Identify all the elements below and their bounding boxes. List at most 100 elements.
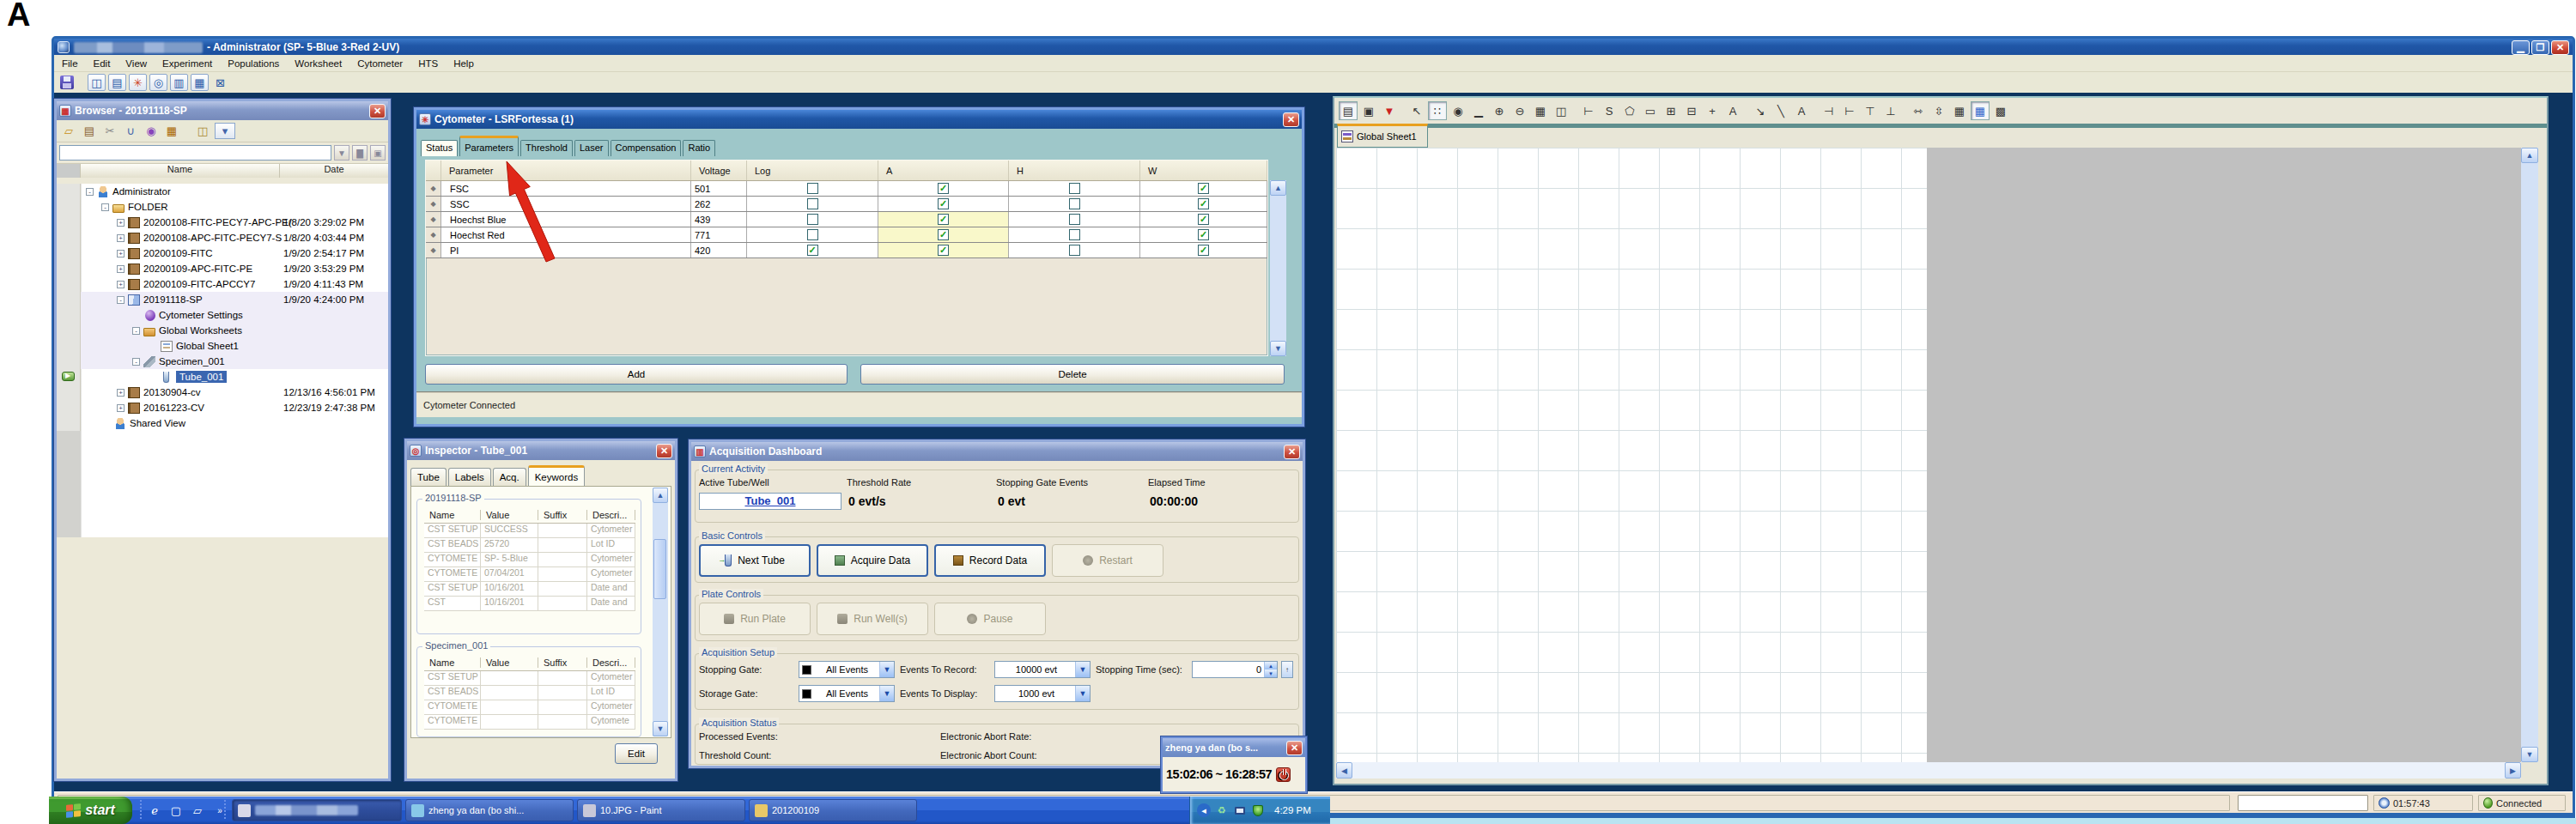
browser-col-name[interactable]: Name <box>81 164 280 178</box>
gate-rect-icon[interactable]: ▭ <box>1641 101 1660 120</box>
pdf-icon[interactable]: ▼ <box>1380 101 1399 120</box>
scroll-up-icon[interactable]: ▲ <box>1270 180 1286 196</box>
quicklaunch-desktop-icon[interactable]: ▢ <box>167 801 185 820</box>
menu-view[interactable]: View <box>118 58 155 69</box>
stats-icon[interactable]: ▦ <box>1531 101 1550 120</box>
menu-hts[interactable]: HTS <box>410 58 446 69</box>
tree-item-cytometer-settings[interactable]: Cytometer Settings <box>57 307 388 323</box>
h-checkbox[interactable] <box>1069 183 1080 194</box>
scroll-down-icon[interactable]: ▼ <box>1270 341 1286 356</box>
scroll-down-icon[interactable]: ▼ <box>2521 747 2538 762</box>
stopping-time-spinner[interactable]: 0▲▼ <box>1192 661 1278 678</box>
menu-cytometer[interactable]: Cytometer <box>349 58 410 69</box>
collapse-icon[interactable]: - <box>132 327 140 335</box>
edit-button[interactable]: Edit <box>615 743 658 764</box>
tree-item-20191118-sp[interactable]: -20191118-SP1/9/20 4:24:00 PM <box>57 292 388 307</box>
expand-icon[interactable]: + <box>117 234 125 242</box>
cytometer-close-icon[interactable]: ✕ <box>1283 112 1299 127</box>
tree-item-20161223-cv[interactable]: +20161223-CV12/23/19 2:47:38 PM <box>57 400 388 415</box>
tab-keywords[interactable]: Keywords <box>528 465 586 486</box>
quicklaunch-folder-icon[interactable]: ▱ <box>188 801 207 820</box>
w-checkbox[interactable]: ✓ <box>1198 198 1209 209</box>
zoom-out-icon[interactable]: ⊖ <box>1510 101 1529 120</box>
log-checkbox[interactable] <box>807 214 818 225</box>
arrow-icon[interactable]: ↘ <box>1751 101 1770 120</box>
tree-item-global-worksheets[interactable]: -Global Worksheets <box>57 323 388 338</box>
gate-cross-icon[interactable]: + <box>1703 101 1722 120</box>
maximize-button[interactable]: ❐ <box>2531 40 2549 55</box>
tab-threshold[interactable]: Threshold <box>520 140 573 156</box>
inspector-icon[interactable]: ◎ <box>149 74 167 91</box>
events-to-record-combo[interactable]: 10000 evt▼ <box>994 661 1091 678</box>
menu-experiment[interactable]: Experiment <box>155 58 220 69</box>
menu-worksheet[interactable]: Worksheet <box>287 58 349 69</box>
storage-gate-combo[interactable]: All Events▼ <box>799 685 895 702</box>
tab-parameters[interactable]: Parameters <box>459 136 519 156</box>
quicklaunch-ie-icon[interactable]: ℯ <box>145 801 164 820</box>
scroll-down-icon[interactable]: ▼ <box>653 721 668 736</box>
log-checkbox[interactable] <box>807 183 818 194</box>
chevron-down-icon[interactable]: ▾ <box>215 123 235 139</box>
gate-poly-icon[interactable]: ⬠ <box>1620 101 1639 120</box>
view-options-icon[interactable]: ▣ <box>370 145 386 161</box>
align-right-icon[interactable]: ⊢ <box>1840 101 1859 120</box>
worksheet-tab[interactable]: Global Sheet1 <box>1337 124 1428 148</box>
collapse-icon[interactable]: - <box>132 358 140 366</box>
w-checkbox[interactable]: ✓ <box>1198 229 1209 240</box>
acquire-data-button[interactable]: Acquire Data <box>817 544 928 577</box>
collapse-icon[interactable]: - <box>117 296 125 304</box>
scroll-right-icon[interactable]: ▶ <box>2505 762 2521 779</box>
inspector-close-icon[interactable]: ✕ <box>656 444 672 458</box>
log-checkbox[interactable]: ✓ <box>807 245 818 256</box>
size-v-icon[interactable]: ⇳ <box>1929 101 1948 120</box>
h-checkbox[interactable] <box>1069 245 1080 256</box>
quicklaunch-more-icon[interactable]: » <box>210 801 229 820</box>
tree-item-20200109-apc-fitc-pe[interactable]: +20200109-APC-FITC-PE1/9/20 3:53:29 PM <box>57 261 388 276</box>
scroll-up-icon[interactable]: ▲ <box>653 488 668 503</box>
gate-split-icon[interactable]: ⊟ <box>1682 101 1701 120</box>
tab-tube[interactable]: Tube <box>410 468 447 486</box>
expand-icon[interactable]: + <box>117 265 125 273</box>
w-checkbox[interactable]: ✓ <box>1198 183 1209 194</box>
histogram-icon[interactable]: ▁ <box>1469 101 1488 120</box>
menu-edit[interactable]: Edit <box>86 58 118 69</box>
expand-icon[interactable]: + <box>117 389 125 397</box>
size-h-icon[interactable]: ⇿ <box>1909 101 1928 120</box>
tree-item-global-sheet1[interactable]: Global Sheet1 <box>57 338 388 354</box>
tree-item-administrator[interactable]: -Administrator <box>57 184 388 199</box>
align-left-icon[interactable]: ⊣ <box>1820 101 1838 120</box>
minimize-button[interactable]: ▁ <box>2512 40 2530 55</box>
a-checkbox[interactable]: ✓ <box>938 229 949 240</box>
parameter-row-pi[interactable]: ◆PI420✓✓✓ <box>426 243 1267 258</box>
tab-status[interactable]: Status <box>421 140 458 156</box>
h-checkbox[interactable] <box>1069 214 1080 225</box>
align-top-icon[interactable]: ⊤ <box>1861 101 1880 120</box>
tree-item-20200108-fitc-pecy7-apc-pe-[interactable]: +20200108-FITC-PECY7-APC-PE(1/8/20 3:29:… <box>57 215 388 230</box>
open-folder-icon[interactable]: ▱ <box>60 123 77 139</box>
clear-filter-icon[interactable]: ▇ <box>352 145 368 161</box>
menu-help[interactable]: Help <box>446 58 482 69</box>
specimen-new-icon[interactable]: ✂ <box>101 123 118 139</box>
menu-file[interactable]: File <box>54 58 86 69</box>
scroll-up-icon[interactable]: ▲ <box>2521 148 2538 163</box>
snapshot-icon[interactable]: ◫ <box>1552 101 1571 120</box>
h-checkbox[interactable] <box>1069 198 1080 209</box>
taskbar-item-10-jpg-paint[interactable]: 10.JPG - Paint <box>577 799 745 821</box>
timer-close-icon[interactable]: ✕ <box>1286 741 1303 755</box>
gate-auto-icon[interactable]: A <box>1723 101 1742 120</box>
record-data-button[interactable]: Record Data <box>934 544 1046 577</box>
tray-shield-icon[interactable] <box>1251 803 1265 817</box>
tray-display-icon[interactable] <box>1233 803 1247 817</box>
tab-acq[interactable]: Acq. <box>493 468 526 486</box>
expand-icon[interactable]: + <box>117 281 125 288</box>
browser-col-date[interactable]: Date <box>280 164 388 178</box>
active-tube-input[interactable]: Tube_001 <box>699 493 841 510</box>
tray-back-icon[interactable]: ◂ <box>1197 803 1211 817</box>
dotplot-icon[interactable]: ∷ <box>1428 101 1447 120</box>
grid-big-icon[interactable]: ▩ <box>1991 101 2010 120</box>
a-checkbox[interactable]: ✓ <box>938 245 949 256</box>
dashboard-icon[interactable]: ▥ <box>170 74 188 91</box>
gate-snap-icon[interactable]: S <box>1600 101 1619 120</box>
cytometer-settings-icon[interactable]: ◉ <box>143 123 160 139</box>
tray-green-icon[interactable]: ♻ <box>1215 803 1229 817</box>
